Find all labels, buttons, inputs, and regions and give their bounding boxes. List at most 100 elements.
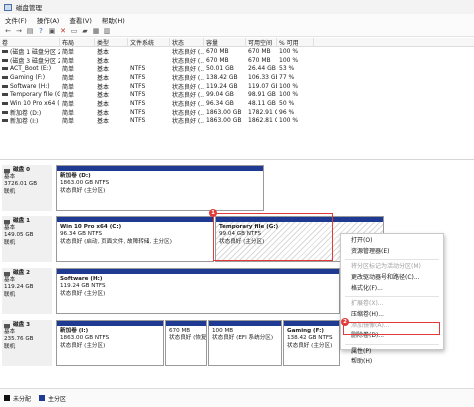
highlight-box-temporary-file: [213, 213, 333, 261]
col-volume[interactable]: 卷: [0, 38, 60, 47]
context-menu-item[interactable]: 属性(P): [341, 347, 443, 358]
list-view-icon[interactable]: ▤: [25, 26, 35, 36]
context-menu-item[interactable]: 帮助(H): [341, 357, 443, 368]
table-cell: NTFS: [130, 91, 146, 99]
table-cell: 基本: [97, 100, 110, 108]
col-status[interactable]: 状态: [170, 38, 204, 47]
table-cell: NTFS: [130, 108, 146, 116]
table-cell: 基本: [97, 66, 110, 74]
back-arrow-icon[interactable]: ←: [3, 26, 13, 36]
partition-C[interactable]: Win 10 Pro x64 (C:) 96.34 GB NTFS 状态良好 (…: [56, 216, 214, 262]
context-menu-item[interactable]: 资源管理器(E): [341, 247, 443, 258]
table-cell: 基本: [97, 57, 110, 65]
table-cell: 状态良好 (...: [172, 66, 204, 74]
table-cell: 119.24 GB: [206, 82, 238, 90]
table-cell: 简单: [62, 92, 75, 100]
disk-label[interactable]: 磁盘 3 基本 235.76 GB 联机: [2, 320, 52, 366]
table-cell: 670 MB: [206, 47, 229, 55]
col-type[interactable]: 类型: [95, 38, 128, 47]
context-menu-item: 扩展卷(X)...: [351, 299, 384, 307]
forward-arrow-icon[interactable]: →: [14, 26, 24, 36]
context-menu-item[interactable]: 更改驱动器号和路径(C)...: [341, 273, 443, 284]
context-menu-item[interactable]: 压缩卷(H)...: [341, 310, 443, 321]
table-cell: 1782.91 GB: [248, 108, 277, 116]
volume-name-cell: Win 10 Pro x64 (C:): [0, 100, 60, 107]
table-row[interactable]: Gaming (F:) 简单 基本 NTFS 状态良好 (... 138.42 GB 106…: [0, 73, 474, 82]
table-cell: 99.04 GB: [206, 91, 234, 99]
table-cell: 98.91 GB: [248, 91, 276, 99]
table-cell: 50.01 GB: [206, 65, 234, 73]
table-cell: 670 MB: [206, 56, 229, 64]
table-cell: 基本: [97, 92, 110, 100]
partition-I[interactable]: 新加卷 (I:) 1863.00 GB NTFS 状态良好 (主分区): [56, 320, 164, 366]
partition-H[interactable]: Software (H:) 119.24 GB NTFS 状态良好 (主分区): [56, 268, 340, 314]
disk-label[interactable]: 磁盘 2 基本 119.24 GB 联机: [2, 268, 52, 314]
col-filesystem[interactable]: 文件系统: [128, 38, 170, 47]
volume-name-cell: Gaming (F:): [0, 74, 60, 81]
partition-efi[interactable]: 100 MB 状态良好 (EFI 系统分区): [208, 320, 282, 366]
help-icon[interactable]: ?: [36, 26, 46, 36]
menu-help[interactable]: 帮助(H): [97, 15, 130, 25]
col-free-space[interactable]: 可用空间: [246, 38, 277, 47]
volume-list: 卷 布局 类型 文件系统 状态 容量 可用空间 % 可用 (磁盘 1 磁盘分区 …: [0, 38, 474, 159]
toolbar: ← → ▤ ? ▣ ✕ ▭ ▰ ▦ ▥: [0, 25, 474, 37]
disk-label[interactable]: 磁盘 1 基本 149.05 GB 联机: [2, 216, 52, 262]
menu-action[interactable]: 操作(A): [32, 15, 65, 25]
table-cell: 138.42 GB: [206, 73, 238, 81]
properties-icon[interactable]: ▣: [47, 26, 57, 36]
context-menu-item[interactable]: 格式化(F)...: [341, 284, 443, 295]
table-cell: 48.11 GB: [248, 99, 276, 107]
volume-name-cell: ACT_Boot (E:): [0, 65, 60, 72]
table-cell: 1863.00 GB: [206, 108, 242, 116]
legend-label-primary: 主分区: [48, 395, 67, 403]
menu-bar: 文件(F) 操作(A) 查看(V) 帮助(H): [0, 14, 474, 25]
window-title: 磁盘管理: [16, 4, 42, 12]
delete-icon[interactable]: ✕: [58, 26, 68, 36]
context-menu-item[interactable]: 打开(O): [341, 236, 443, 247]
partition-D[interactable]: 新加卷 (D:) 1863.00 GB NTFS 状态良好 (主分区): [56, 165, 264, 211]
table-cell: 状态良好 (...: [172, 118, 204, 126]
open-icon[interactable]: ▭: [69, 26, 79, 36]
col-percent-free[interactable]: % 可用: [277, 38, 314, 47]
table-cell: 50 %: [279, 99, 295, 107]
partition-F[interactable]: Gaming (F:) 138.42 GB NTFS 状态良好 (主分区): [283, 320, 340, 366]
volume-name-cell: (磁盘 3 磁盘分区 2): [0, 56, 60, 65]
table-cell: 670 MB: [248, 56, 271, 64]
table-row[interactable]: Software (H:) 简单 基本 NTFS 状态良好 (... 119.24 GB 1…: [0, 82, 474, 91]
table-cell: 100 %: [279, 82, 299, 90]
step-badge-1: 1: [209, 209, 217, 217]
table-cell: 状态良好 (...: [172, 48, 204, 56]
partition-recovery[interactable]: 670 MB 状态良好 (恢复分区): [165, 320, 207, 366]
table-row[interactable]: 新加卷 (I:) 简单 基本 NTFS 状态良好 (... 1863.00 GB 1862.…: [0, 116, 474, 126]
hard-disk-icon: [4, 219, 10, 224]
menu-view[interactable]: 查看(V): [64, 15, 97, 25]
menu-file[interactable]: 文件(F): [0, 15, 32, 25]
table-cell: 1862.81 GB: [248, 117, 277, 125]
table-row[interactable]: Temporary file (G:)简单 基本 NTFS 状态良好 (...99.0…: [0, 90, 474, 99]
volume-icon: [2, 110, 8, 114]
disk-label[interactable]: 磁盘 0 基本 3726.01 GB 联机: [2, 165, 52, 211]
table-row[interactable]: (磁盘 1 磁盘分区 2) 简单 基本 状态良好 (... 670 MB 670 MB 10…: [0, 47, 474, 56]
table-cell: 基本: [97, 74, 110, 82]
properties-sheet-icon[interactable]: ▦: [91, 26, 101, 36]
table-row[interactable]: (磁盘 3 磁盘分区 2) 简单 基本 状态良好 (... 670 MB 670 MB 10…: [0, 56, 474, 65]
table-row[interactable]: ACT_Boot (E:) 简单 基本 NTFS 状态良好 (... 50.01 GB 26…: [0, 64, 474, 73]
col-capacity[interactable]: 容量: [204, 38, 246, 47]
table-cell: 基本: [97, 83, 110, 91]
table-cell: 状态良好 (...: [172, 109, 204, 117]
table-cell: 简单: [62, 66, 75, 74]
table-cell: 基本: [97, 109, 110, 117]
table-cell: 119.07 GB: [248, 82, 277, 90]
table-cell: 状态良好 (...: [172, 57, 204, 65]
volume-name-cell: 新加卷 (I:): [0, 116, 60, 125]
volume-icon: [2, 93, 8, 97]
volume-icon[interactable]: ▥: [102, 26, 112, 36]
table-cell: 100 %: [279, 117, 299, 125]
volume-icon: [2, 84, 8, 88]
table-row[interactable]: 新加卷 (D:) 简单 基本 NTFS 状态良好 (... 1863.00 GB 1782.…: [0, 108, 474, 117]
volume-icon: [2, 119, 8, 123]
col-layout[interactable]: 布局: [60, 38, 95, 47]
new-folder-icon[interactable]: ▰: [80, 26, 90, 36]
table-row[interactable]: Win 10 Pro x64 (C:)简单 基本 NTFS 状态良好 (...96.3…: [0, 99, 474, 108]
volume-name-cell: Temporary file (G:): [0, 91, 60, 98]
